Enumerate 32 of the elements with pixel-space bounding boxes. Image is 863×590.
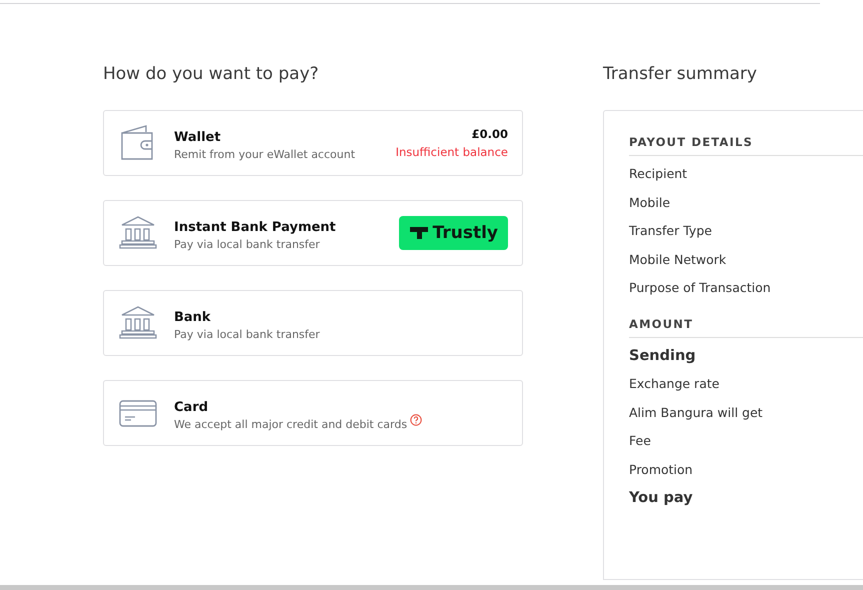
logo-icon <box>408 226 429 240</box>
payment-option[interactable]: Instant Bank Payment Pay via local bank transfer Trustly <box>103 200 523 266</box>
option-description: Pay via local bank transfer <box>174 238 320 250</box>
summary-label: Sending <box>629 348 697 366</box>
payment-option[interactable]: Bank Pay via local bank transfer <box>103 290 523 356</box>
summary-label: Exchange rate <box>629 376 720 393</box>
summary-label: Transfer Type <box>629 223 713 240</box>
balance-amount: £0.00 <box>470 127 508 141</box>
badge-label: Trustly <box>432 223 498 243</box>
option-title: Bank <box>174 310 211 324</box>
summary-label: Promotion <box>629 462 694 478</box>
section-label: AMOUNT <box>629 316 863 338</box>
section-label: PAYOUT DETAILS <box>629 135 863 156</box>
option-description: We accept all major credit and debit cards <box>174 418 408 430</box>
summary-label: Alim Bangura will get <box>629 404 764 422</box>
balance-warning: Insufficient balance <box>396 145 508 159</box>
payment-option[interactable]: Wallet Remit from your eWallet account £0.00 Insufficient balance <box>103 110 523 176</box>
summary-label: Purpose of Transaction <box>629 280 772 297</box>
summary-label: Fee <box>629 433 652 450</box>
summary-label: Mobile Network <box>629 252 728 268</box>
summary-label: You pay <box>629 490 694 508</box>
help-icon[interactable] <box>410 414 422 426</box>
option-description: Pay via local bank transfer <box>174 328 320 340</box>
option-title: Instant Bank Payment <box>174 220 336 234</box>
section-heading: Transfer summary <box>603 64 758 86</box>
option-title: Card <box>174 400 208 414</box>
option-title: Wallet <box>174 130 221 144</box>
summary-label: Recipient <box>629 166 688 183</box>
payment-option[interactable]: Card We accept all major credit and debit cards <box>103 380 523 446</box>
section-heading: How do you want to pay? <box>103 64 320 86</box>
option-description: Remit from your eWallet account <box>174 148 356 160</box>
summary-label: Mobile <box>629 194 672 212</box>
